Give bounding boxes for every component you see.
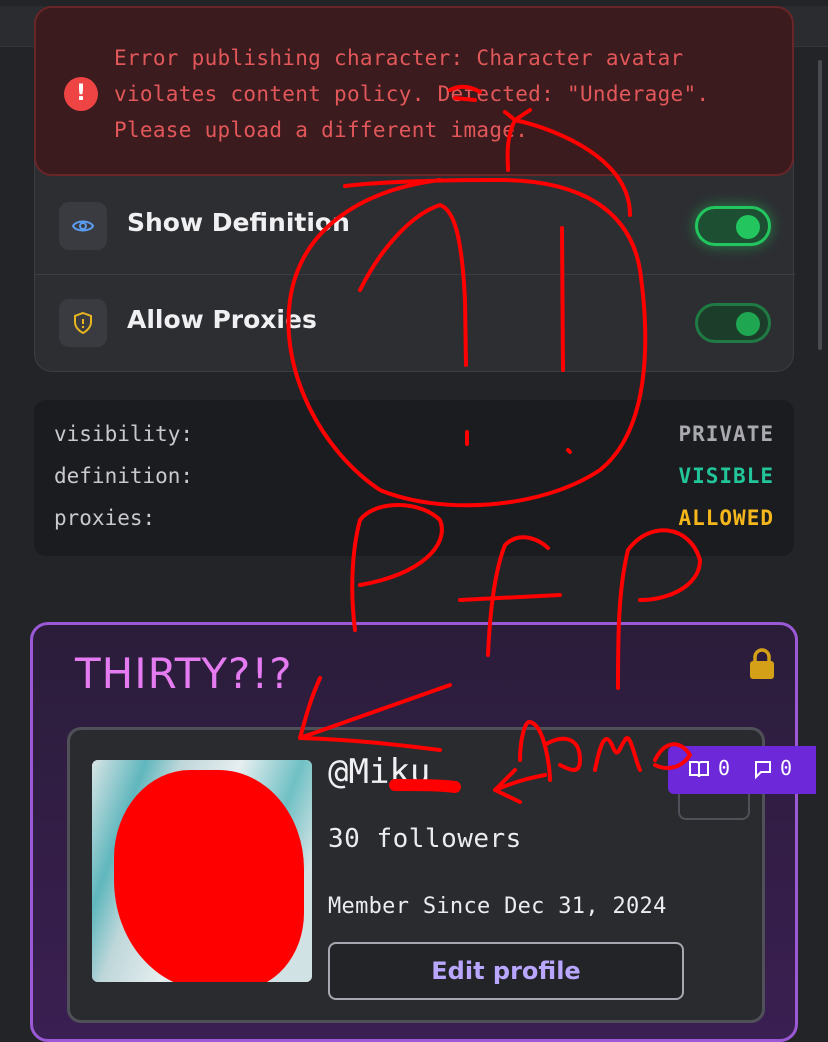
edit-profile-button[interactable]: Edit profile [328,942,684,1000]
avatar[interactable] [92,760,312,982]
status-key: proxies: [54,506,156,530]
shield-alert-icon [59,299,107,347]
stat-count-b: 0 [780,756,793,780]
status-value: VISIBLE [678,464,774,488]
setting-row-show-definition[interactable]: Show Definition [35,178,795,274]
profile-card-title: THIRTY?!? [75,649,293,698]
profile-card: THIRTY?!? @Miku 30 followers Member Sinc… [30,622,798,1042]
status-key: definition: [54,464,194,488]
setting-label: Allow Proxies [127,305,317,334]
setting-label: Show Definition [127,208,350,237]
status-value: ALLOWED [678,506,774,530]
scrollbar[interactable] [818,60,822,350]
lock-icon [750,648,774,679]
chat-icon [755,761,771,780]
error-message: Error publishing character: Character av… [114,46,710,142]
show-definition-toggle[interactable] [695,206,771,246]
book-icon [689,761,709,778]
status-row-definition: definition: VISIBLE [54,464,774,494]
avatar-redaction [114,770,304,982]
username: @Miku [328,752,431,792]
follower-count: 30 followers [328,824,522,854]
member-since: Member Since Dec 31, 2024 [328,894,667,919]
allow-proxies-toggle[interactable] [695,303,771,343]
status-row-proxies: proxies: ALLOWED [54,506,774,536]
stats-badge[interactable]: 0 0 [668,746,816,794]
eye-icon [59,202,107,250]
status-summary: visibility: PRIVATE definition: VISIBLE … [34,400,794,556]
status-value: PRIVATE [678,422,774,446]
stat-count-a: 0 [718,756,731,780]
alert-icon: ! [64,77,98,111]
status-key: visibility: [54,422,194,446]
user-profile-panel: @Miku 30 followers Member Since Dec 31, … [67,727,765,1023]
status-row-visibility: visibility: PRIVATE [54,422,774,452]
error-toast[interactable]: ! Error publishing character: Character … [34,6,794,176]
setting-row-allow-proxies[interactable]: Allow Proxies [35,274,795,371]
privacy-settings-card: Show Definition Allow Proxies [34,160,795,372]
